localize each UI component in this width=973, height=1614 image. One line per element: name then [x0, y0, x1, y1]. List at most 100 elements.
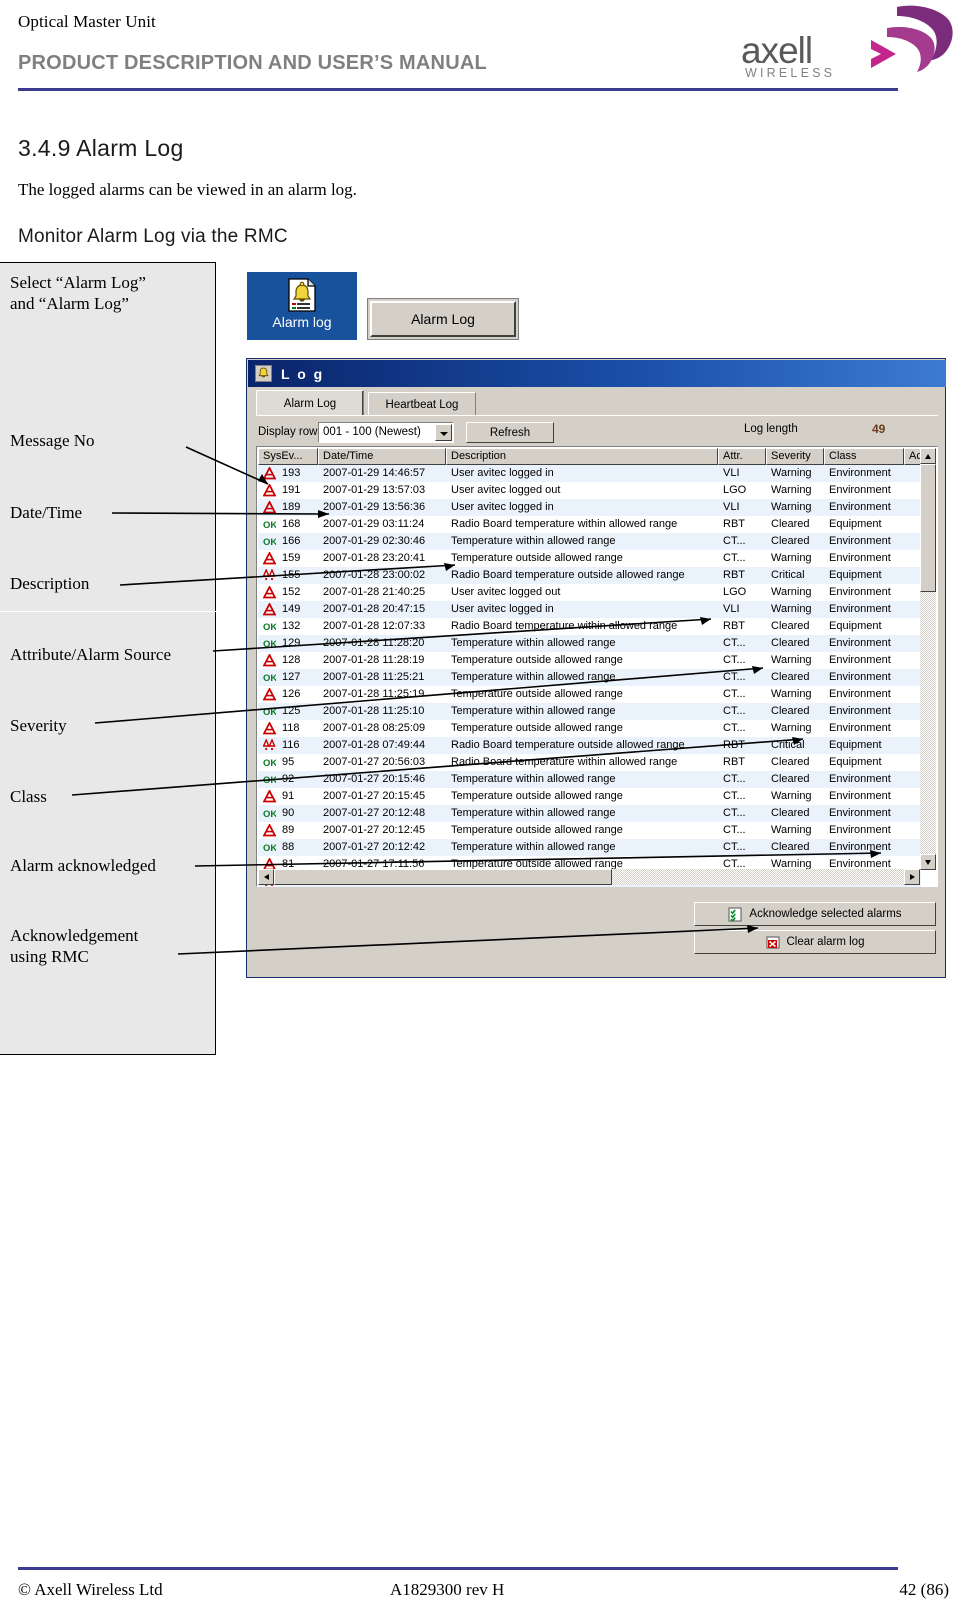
vertical-scroll-thumb[interactable] [920, 464, 936, 592]
cell-attr: LGO [723, 586, 747, 598]
scroll-down-icon[interactable] [920, 854, 936, 870]
cell-description: Radio Board temperature outside allowed … [451, 569, 685, 581]
column-header-attr[interactable]: Attr. [718, 448, 766, 465]
cell-class: Environment [829, 603, 891, 615]
clear-alarm-log-button[interactable]: Clear alarm log [694, 930, 936, 954]
cell-severity: Warning [771, 501, 812, 513]
column-header-ackn[interactable]: Ackn. [904, 448, 921, 465]
display-rows-select[interactable]: 001 - 100 (Newest) [318, 422, 454, 443]
table-row[interactable]: 189 2007-01-29 13:56:36 User avitec logged… [258, 499, 921, 516]
svg-text:OK: OK [263, 843, 276, 854]
scroll-up-icon[interactable] [920, 448, 936, 464]
cell-description: User avitec logged out [451, 586, 561, 598]
cell-class: Equipment [829, 569, 882, 581]
column-header-datetime[interactable]: Date/Time [318, 448, 446, 465]
log-tabstrip: Alarm Log Heartbeat Log [256, 390, 938, 416]
table-row[interactable]: 193 2007-01-29 14:46:57 User avitec logged… [258, 465, 921, 482]
alarm-log-icon-label: Alarm log [272, 314, 332, 330]
cell-sysev: 89 [282, 824, 295, 836]
scroll-right-icon[interactable] [904, 869, 920, 885]
cell-sysev: 88 [282, 841, 295, 853]
table-row[interactable]: 91 2007-01-27 20:15:45 Temperature outside… [258, 788, 921, 805]
status-critical-icon [263, 569, 276, 581]
horizontal-scroll-thumb[interactable] [274, 869, 612, 885]
status-ok-icon: OK [263, 809, 276, 820]
table-row[interactable]: OK 168 2007-01-29 03:11:24 Radio Board temp… [258, 516, 921, 533]
table-row[interactable]: 126 2007-01-28 11:25:19 Temperature outsid… [258, 686, 921, 703]
display-rows-label: Display rows [258, 426, 324, 438]
cell-attr: CT... [723, 705, 746, 717]
cell-severity: Cleared [771, 671, 810, 683]
cell-sysev: 159 [282, 552, 301, 564]
table-row[interactable]: OK 127 2007-01-28 11:25:21 Temperature with… [258, 669, 921, 686]
cell-description: User avitec logged out [451, 484, 561, 496]
cell-description: Radio Board temperature within allowed r… [451, 620, 678, 632]
table-row[interactable]: OK 88 2007-01-27 20:12:42 Temperature withi… [258, 839, 921, 856]
table-row[interactable]: 89 2007-01-27 20:12:45 Temperature outside… [258, 822, 921, 839]
table-row[interactable]: OK 90 2007-01-27 20:12:48 Temperature withi… [258, 805, 921, 822]
tab-alarm-log[interactable]: Alarm Log [256, 390, 364, 416]
alarm-log-button[interactable]: Alarm Log [370, 301, 516, 337]
scroll-left-icon[interactable] [258, 869, 274, 885]
column-header-description[interactable]: Description [446, 448, 718, 465]
column-header-sysev[interactable]: SysEv... [258, 448, 318, 465]
table-row[interactable]: 152 2007-01-28 21:40:25 User avitec logged… [258, 584, 921, 601]
log-length-value: 49 [872, 422, 886, 436]
table-row[interactable]: 159 2007-01-28 23:20:41 Temperature outsid… [258, 550, 921, 567]
alarm-log-grid-header[interactable]: SysEv... Date/Time Description Attr. Severit… [258, 448, 921, 465]
header-divider [18, 88, 898, 91]
cell-attr: VLI [723, 501, 740, 513]
acknowledge-selected-alarms-button[interactable]: Acknowledge selected alarms [694, 902, 936, 926]
cell-description: Temperature within allowed range [451, 807, 616, 819]
table-row[interactable]: 118 2007-01-28 08:25:09 Temperature outsid… [258, 720, 921, 737]
footer-page-number: 42 (86) [899, 1580, 949, 1599]
column-header-class[interactable]: Class [824, 448, 904, 465]
table-row[interactable]: OK 132 2007-01-28 12:07:33 Radio Board temp… [258, 618, 921, 635]
cell-severity: Cleared [771, 705, 810, 717]
status-warning-icon [263, 467, 276, 480]
cell-attr: CT... [723, 637, 746, 649]
table-row[interactable]: OK 92 2007-01-27 20:15:46 Temperature withi… [258, 771, 921, 788]
table-row[interactable]: OK 125 2007-01-28 11:25:10 Temperature with… [258, 703, 921, 720]
cell-attr: CT... [723, 773, 746, 785]
footer-document-id: A1829300 rev H [390, 1580, 505, 1599]
cell-attr: RBT [723, 620, 745, 632]
cell-description: Temperature within allowed range [451, 637, 616, 649]
status-warning-icon [263, 484, 276, 497]
cell-attr: CT... [723, 790, 746, 802]
table-row[interactable]: OK 95 2007-01-27 20:56:03 Radio Board tempe… [258, 754, 921, 771]
vertical-scroll-track[interactable] [920, 464, 936, 854]
cell-attr: RBT [723, 569, 745, 581]
cell-sysev: 95 [282, 756, 295, 768]
column-header-severity[interactable]: Severity [766, 448, 824, 465]
cell-severity: Warning [771, 552, 812, 564]
table-row[interactable]: 128 2007-01-28 11:28:19 Temperature outsid… [258, 652, 921, 669]
table-row[interactable]: 116 2007-01-28 07:49:44 Radio Board temper… [258, 737, 921, 754]
table-row[interactable]: OK 129 2007-01-28 11:28:20 Temperature with… [258, 635, 921, 652]
cell-datetime: 2007-01-28 12:07:33 [323, 620, 426, 632]
tab-heartbeat-log[interactable]: Heartbeat Log [368, 392, 476, 416]
alarm-log-toolbar-icon-tile[interactable]: Alarm log [247, 272, 357, 340]
grid-horizontal-scrollbar[interactable] [258, 869, 920, 885]
cell-description: User avitec logged in [451, 467, 554, 479]
cell-class: Environment [829, 467, 891, 479]
grid-vertical-scrollbar[interactable] [920, 448, 936, 870]
cell-datetime: 2007-01-28 11:25:21 [323, 671, 425, 683]
cell-datetime: 2007-01-27 20:12:48 [323, 807, 426, 819]
status-warning-icon [263, 688, 276, 701]
alarm-log-grid-rows[interactable]: 193 2007-01-29 14:46:57 User avitec logged… [258, 465, 921, 887]
callout-attribute-source: Attribute/Alarm Source [10, 645, 171, 664]
log-window-titlebar[interactable]: L o g [248, 360, 946, 387]
status-ok-icon: OK [263, 775, 276, 786]
table-row[interactable]: OK 166 2007-01-29 02:30:46 Temperature with… [258, 533, 921, 550]
table-row[interactable]: 155 2007-01-28 23:00:02 Radio Board temper… [258, 567, 921, 584]
cell-attr: RBT [723, 518, 745, 530]
table-row[interactable]: 191 2007-01-29 13:57:03 User avitec logged… [258, 482, 921, 499]
cell-description: Temperature outside allowed range [451, 790, 623, 802]
cell-severity: Cleared [771, 756, 810, 768]
cell-attr: CT... [723, 654, 746, 666]
table-row[interactable]: 149 2007-01-28 20:47:15 User avitec logged… [258, 601, 921, 618]
alarm-log-grid[interactable]: SysEv... Date/Time Description Attr. Severit… [256, 446, 938, 887]
chevron-down-icon[interactable] [435, 424, 452, 441]
refresh-button[interactable]: Refresh [466, 422, 554, 443]
